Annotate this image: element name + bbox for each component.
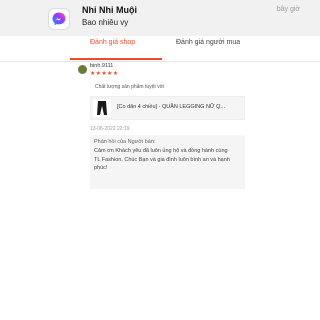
product-card[interactable]: [Co dãn 4 chiều] - QUẦN LEGGING NỮ Q...	[90, 96, 245, 120]
active-tab-indicator	[70, 58, 162, 60]
reviewer-username: binh.9111	[90, 63, 114, 69]
seller-reply-text: Cảm ơn Khách yêu đã luôn ủng hộ và đồng …	[94, 148, 230, 172]
product-thumbnail	[93, 99, 111, 117]
review-tabs: Đánh giá shop Đánh giá người mua	[0, 36, 320, 62]
avatar[interactable]	[78, 65, 87, 74]
product-name: [Co dãn 4 chiều] - QUẦN LEGGING NỮ Q...	[117, 104, 226, 110]
tab-buyer-reviews[interactable]: Đánh giá người mua	[176, 39, 240, 46]
tab-shop-reviews[interactable]: Đánh giá shop	[90, 39, 135, 46]
review-text: Chất lượng sản phẩm tuyệt vời	[95, 84, 165, 90]
seller-reply-title: Phản hồi của Người bán:	[94, 139, 156, 145]
rating-stars: ★★★★★	[90, 71, 119, 77]
notification-message: Bao nhiêu vy	[82, 18, 129, 27]
messenger-icon	[48, 8, 70, 30]
seller-reply: Phản hồi của Người bán: Cảm ơn Khách yêu…	[90, 135, 245, 189]
notification-sender: Nhi Nhi Muội	[82, 5, 137, 15]
notification-time: bây giờ	[276, 6, 300, 13]
review-date: 13-06-2022 22:19	[90, 126, 130, 132]
